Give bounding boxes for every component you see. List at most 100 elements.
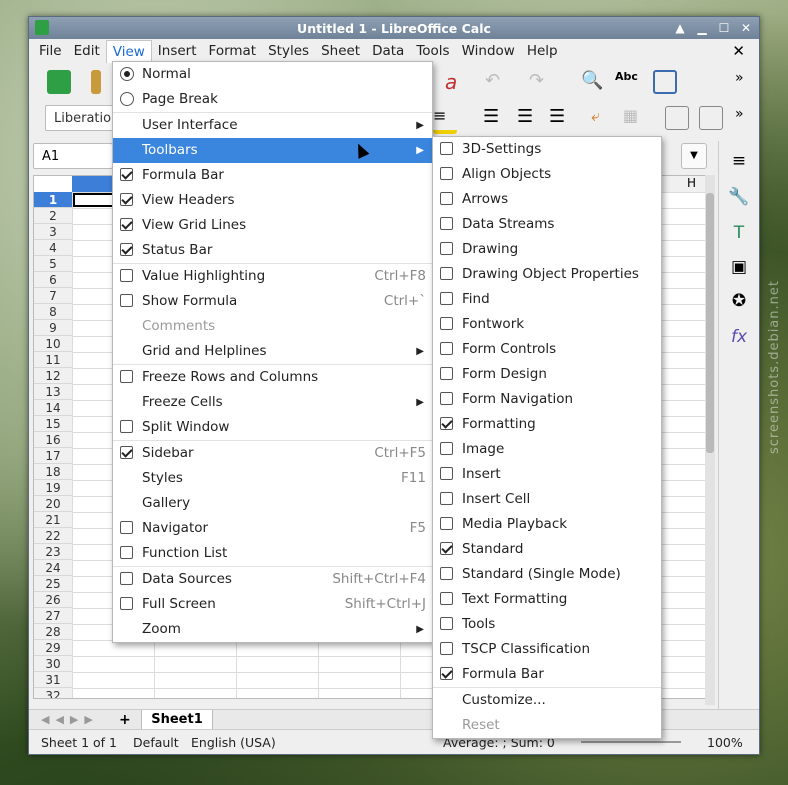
menu-styles[interactable]: Styles xyxy=(262,40,315,62)
menu-file[interactable]: File xyxy=(33,40,68,62)
row-header-23[interactable]: 23 xyxy=(34,544,72,560)
align-middle-icon[interactable] xyxy=(699,106,723,130)
menu-sheet[interactable]: Sheet xyxy=(315,40,366,62)
row-header-10[interactable]: 10 xyxy=(34,336,72,352)
align-top-icon[interactable] xyxy=(665,106,689,130)
menu-item-zoom[interactable]: Zoom ▶ xyxy=(113,617,432,642)
row-header-11[interactable]: 11 xyxy=(34,352,72,368)
wrap-text-icon[interactable]: ⤶ xyxy=(591,106,615,130)
row-header-2[interactable]: 2 xyxy=(34,208,72,224)
status-zoom[interactable]: 100% xyxy=(707,735,743,750)
menu-item-navigator[interactable]: Navigator F5 xyxy=(113,516,432,541)
row-column-icon[interactable] xyxy=(653,70,677,94)
row-header-25[interactable]: 25 xyxy=(34,576,72,592)
align-center-icon[interactable]: ☰ xyxy=(517,106,541,130)
row-header-7[interactable]: 7 xyxy=(34,288,72,304)
row-header-16[interactable]: 16 xyxy=(34,432,72,448)
row-header-31[interactable]: 31 xyxy=(34,672,72,688)
row-header-15[interactable]: 15 xyxy=(34,416,72,432)
clear-formatting-icon[interactable]: a xyxy=(445,70,469,94)
menu-item-freeze-rows-and-columns[interactable]: Freeze Rows and Columns xyxy=(113,365,432,390)
zoom-slider[interactable] xyxy=(581,741,681,743)
menu-item-align-objects[interactable]: Align Objects xyxy=(433,162,661,187)
menu-item-find[interactable]: Find xyxy=(433,287,661,312)
menu-item-drawing[interactable]: Drawing xyxy=(433,237,661,262)
row-header-29[interactable]: 29 xyxy=(34,640,72,656)
menu-item-formula-bar[interactable]: Formula Bar xyxy=(113,163,432,188)
align-left-icon[interactable]: ☰ xyxy=(483,106,507,130)
menu-item-text-formatting[interactable]: Text Formatting xyxy=(433,587,661,612)
menu-item-customize[interactable]: Customize... xyxy=(433,688,661,713)
row-header-8[interactable]: 8 xyxy=(34,304,72,320)
row-header-12[interactable]: 12 xyxy=(34,368,72,384)
menu-item-view-grid-lines[interactable]: View Grid Lines xyxy=(113,213,432,238)
menu-item-gallery[interactable]: Gallery xyxy=(113,491,432,516)
sidebar-menu-icon[interactable]: ≡ xyxy=(727,149,751,173)
menu-item-formula-bar[interactable]: Formula Bar xyxy=(433,662,661,687)
border-style-icon[interactable]: ≡ xyxy=(433,106,457,134)
row-header-4[interactable]: 4 xyxy=(34,240,72,256)
menu-item-insert-cell[interactable]: Insert Cell xyxy=(433,487,661,512)
status-language[interactable]: English (USA) xyxy=(191,735,276,750)
menu-item-grid-and-helplines[interactable]: Grid and Helplines ▶ xyxy=(113,339,432,364)
close-document-icon[interactable]: ✕ xyxy=(732,42,745,60)
menu-edit[interactable]: Edit xyxy=(68,40,106,62)
sheet-tab[interactable]: Sheet1 xyxy=(141,710,213,731)
menu-tools[interactable]: Tools xyxy=(410,40,455,62)
merge-cells-icon[interactable]: ▦ xyxy=(623,106,647,130)
menu-help[interactable]: Help xyxy=(521,40,564,62)
menu-item-data-streams[interactable]: Data Streams xyxy=(433,212,661,237)
row-header-24[interactable]: 24 xyxy=(34,560,72,576)
column-h-header[interactable]: H xyxy=(687,176,696,190)
menu-item-formatting[interactable]: Formatting xyxy=(433,412,661,437)
undo-icon[interactable]: ↶ xyxy=(485,70,509,94)
maximize-icon[interactable]: ☐ xyxy=(715,19,733,37)
menu-item-form-controls[interactable]: Form Controls xyxy=(433,337,661,362)
row-header-1[interactable]: 1 xyxy=(34,192,72,208)
menu-item-data-sources[interactable]: Data Sources Shift+Ctrl+F4 xyxy=(113,567,432,592)
menu-item-fontwork[interactable]: Fontwork xyxy=(433,312,661,337)
styles-icon[interactable]: T xyxy=(727,221,751,245)
menu-item-show-formula[interactable]: Show Formula Ctrl+` xyxy=(113,289,432,314)
row-header-5[interactable]: 5 xyxy=(34,256,72,272)
row-header-6[interactable]: 6 xyxy=(34,272,72,288)
menu-item-value-highlighting[interactable]: Value Highlighting Ctrl+F8 xyxy=(113,264,432,289)
redo-icon[interactable]: ↷ xyxy=(529,70,553,94)
navigator-icon[interactable]: ✪ xyxy=(727,289,751,313)
properties-icon[interactable]: 🔧 xyxy=(727,185,751,209)
align-right-icon[interactable]: ☰ xyxy=(549,106,573,130)
find-replace-icon[interactable]: 🔍 xyxy=(581,70,605,94)
menu-item-standard-single-mode[interactable]: Standard (Single Mode) xyxy=(433,562,661,587)
menu-format[interactable]: Format xyxy=(203,40,263,62)
close-window-icon[interactable]: ✕ xyxy=(737,19,755,37)
menu-item-media-playback[interactable]: Media Playback xyxy=(433,512,661,537)
menu-item-tools[interactable]: Tools xyxy=(433,612,661,637)
row-header-26[interactable]: 26 xyxy=(34,592,72,608)
menu-item-user-interface[interactable]: User Interface ▶ xyxy=(113,113,432,138)
title-bar[interactable]: Untitled 1 - LibreOffice Calc ▲ ▁ ☐ ✕ xyxy=(29,17,759,39)
spellcheck-icon[interactable]: Abc xyxy=(615,70,639,94)
row-header-14[interactable]: 14 xyxy=(34,400,72,416)
row-header-30[interactable]: 30 xyxy=(34,656,72,672)
menu-item-freeze-cells[interactable]: Freeze Cells ▶ xyxy=(113,390,432,415)
sheet-nav-arrows[interactable]: ◀◀▶▶ xyxy=(41,713,99,726)
menu-item-page-break[interactable]: Page Break xyxy=(113,87,432,112)
menu-item-3d-settings[interactable]: 3D-Settings xyxy=(433,137,661,162)
name-box[interactable]: A1 xyxy=(33,143,113,169)
menu-item-image[interactable]: Image xyxy=(433,437,661,462)
expand-formula-icon[interactable]: ▼ xyxy=(681,143,707,169)
toolbar-overflow-icon[interactable]: » xyxy=(735,70,759,94)
menu-item-standard[interactable]: Standard xyxy=(433,537,661,562)
scroll-thumb[interactable] xyxy=(706,193,714,453)
menu-item-function-list[interactable]: Function List xyxy=(113,541,432,566)
menu-window[interactable]: Window xyxy=(456,40,521,62)
menu-item-sidebar[interactable]: Sidebar Ctrl+F5 xyxy=(113,441,432,466)
row-header-20[interactable]: 20 xyxy=(34,496,72,512)
menu-item-drawing-object-properties[interactable]: Drawing Object Properties xyxy=(433,262,661,287)
menu-item-status-bar[interactable]: Status Bar xyxy=(113,238,432,263)
open-folder-icon[interactable] xyxy=(91,70,101,94)
minimize-icon[interactable]: ▁ xyxy=(693,19,711,37)
row-header-21[interactable]: 21 xyxy=(34,512,72,528)
toolbar2-overflow-icon[interactable]: » xyxy=(735,106,759,130)
row-header-9[interactable]: 9 xyxy=(34,320,72,336)
